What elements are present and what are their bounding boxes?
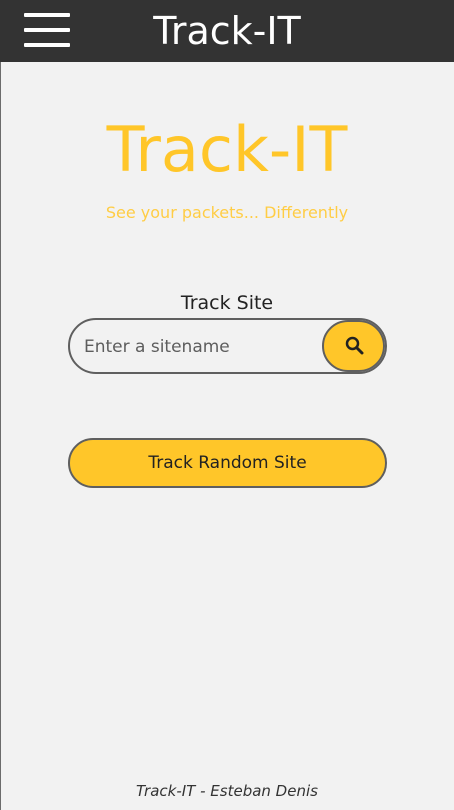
app-title: Track-IT — [153, 9, 301, 53]
top-nav-bar: Track-IT — [0, 0, 454, 62]
sitename-input[interactable] — [84, 330, 319, 364]
tagline: See your packets... Differently — [105, 203, 349, 222]
track-site-label: Track Site — [180, 292, 274, 314]
hero-title: Track-IT — [106, 113, 348, 186]
search-button[interactable] — [322, 320, 385, 372]
footer-credit: Track-IT - Esteban Denis — [136, 782, 318, 800]
search-icon — [345, 336, 364, 355]
track-random-site-button[interactable]: Track Random Site — [68, 438, 387, 488]
